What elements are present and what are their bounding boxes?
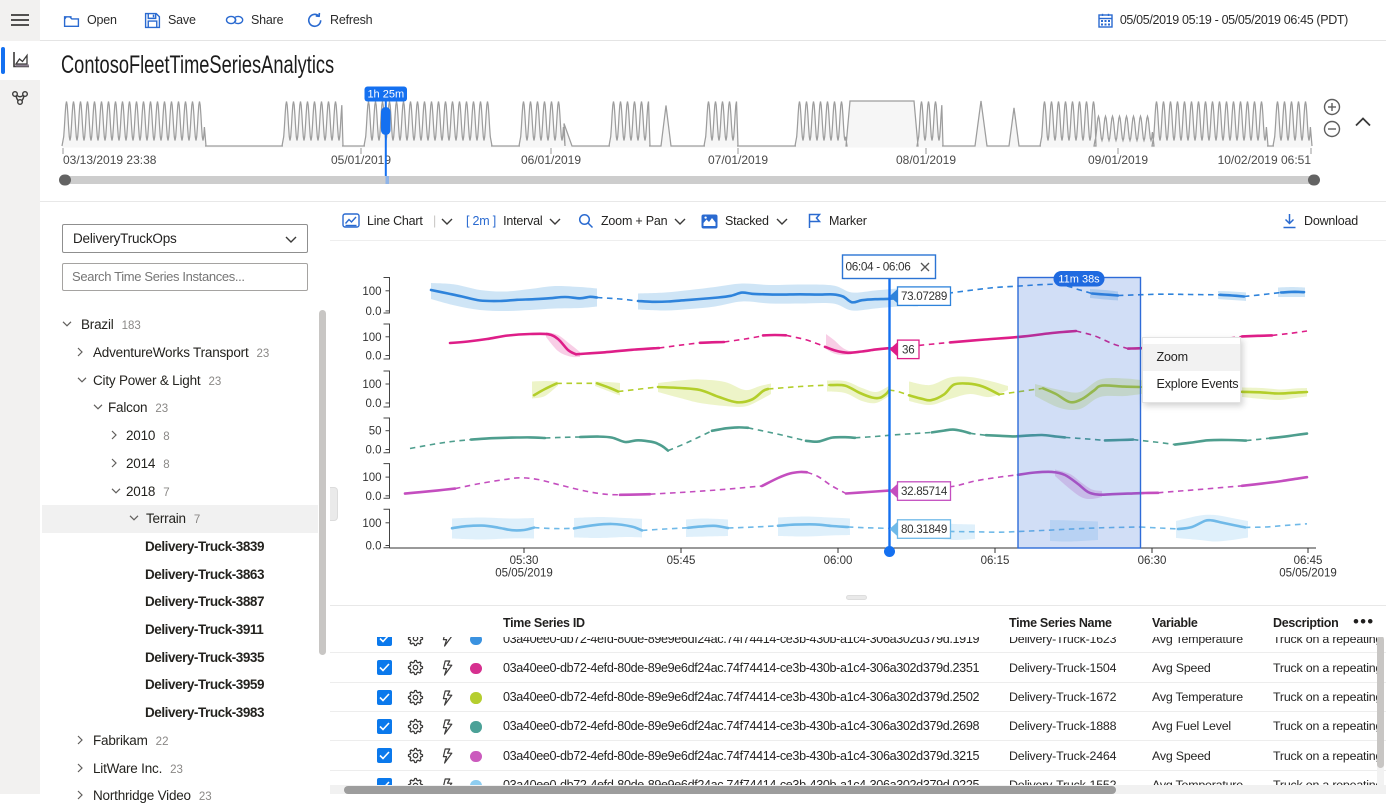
svg-text:06:04 - 06:06: 06:04 - 06:06 <box>846 260 912 274</box>
svg-text:0.0: 0.0 <box>366 541 382 553</box>
svg-text:1h 25m: 1h 25m <box>367 89 404 101</box>
svg-text:100: 100 <box>362 472 381 484</box>
svg-text:08/01/2019: 08/01/2019 <box>896 153 956 167</box>
svg-text:06:30: 06:30 <box>1138 555 1167 567</box>
svg-text:100: 100 <box>362 379 381 391</box>
svg-text:06/01/2019: 06/01/2019 <box>521 153 581 167</box>
svg-text:0.0: 0.0 <box>366 306 382 318</box>
svg-text:0.0: 0.0 <box>366 491 382 503</box>
svg-text:11m 38s: 11m 38s <box>1058 274 1100 286</box>
svg-text:36: 36 <box>902 343 914 356</box>
svg-text:50: 50 <box>369 426 382 438</box>
svg-text:05/05/2019: 05/05/2019 <box>495 568 553 580</box>
svg-text:0.0: 0.0 <box>366 445 382 457</box>
svg-text:0.0: 0.0 <box>366 398 382 410</box>
svg-text:05:30: 05:30 <box>510 555 539 567</box>
svg-text:05/01/2019: 05/01/2019 <box>331 153 391 167</box>
svg-text:100: 100 <box>362 286 381 298</box>
svg-text:100: 100 <box>362 518 381 530</box>
svg-text:09/01/2019: 09/01/2019 <box>1088 153 1148 167</box>
svg-text:80.31849: 80.31849 <box>901 523 947 536</box>
svg-text:10/02/2019 06:51: 10/02/2019 06:51 <box>1218 153 1312 167</box>
svg-text:73.07289: 73.07289 <box>901 290 947 303</box>
svg-text:06:45: 06:45 <box>1294 555 1323 567</box>
svg-text:06:15: 06:15 <box>981 555 1010 567</box>
svg-text:100: 100 <box>362 332 381 344</box>
svg-text:03/13/2019 23:38: 03/13/2019 23:38 <box>63 153 157 167</box>
svg-text:07/01/2019: 07/01/2019 <box>708 153 768 167</box>
svg-text:32.85714: 32.85714 <box>901 485 948 498</box>
svg-text:0.0: 0.0 <box>366 351 382 363</box>
svg-text:05:45: 05:45 <box>667 555 696 567</box>
svg-text:06:00: 06:00 <box>824 555 853 567</box>
svg-text:05/05/2019: 05/05/2019 <box>1279 568 1337 580</box>
